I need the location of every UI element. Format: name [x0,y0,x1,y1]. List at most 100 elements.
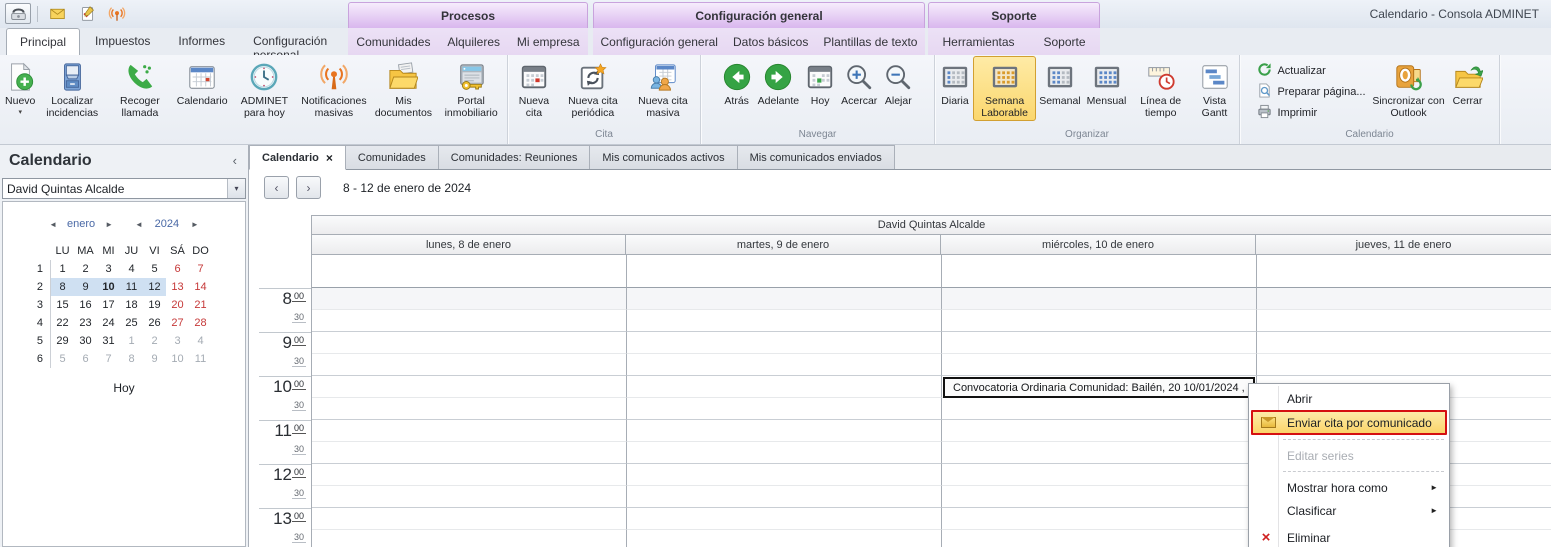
appointment[interactable]: Convocatoria Ordinaria Comunidad: Bailén… [943,377,1255,398]
mini-cal-day[interactable]: 5 [51,350,74,368]
time-slot[interactable] [312,398,627,420]
tab-datos-basicos[interactable]: Datos básicos [733,35,808,49]
mini-cal-day[interactable]: 22 [51,314,74,332]
mini-cal-day[interactable]: 8 [51,278,74,296]
cerrar-button[interactable]: Cerrar [1450,56,1486,107]
menu-item-abrir[interactable]: Abrir [1251,387,1447,410]
diaria-button[interactable]: Diaria [937,56,973,107]
time-slot[interactable] [312,464,627,486]
mini-cal-day[interactable]: 18 [120,296,143,314]
chevron-down-icon[interactable]: ▾ [227,179,245,198]
time-slot[interactable] [627,332,942,354]
time-slot[interactable] [942,354,1257,376]
all-day-cell[interactable] [942,255,1257,288]
doc-tab-comunidades[interactable]: Comunidades [346,145,439,169]
mini-cal-day[interactable]: 15 [51,296,74,314]
time-slot[interactable] [627,420,942,442]
mini-cal-day[interactable]: 7 [189,260,212,278]
doc-tab-mis-comunicados-activos[interactable]: Mis comunicados activos [590,145,737,169]
mini-cal-day[interactable]: 31 [97,332,120,350]
mini-cal-day[interactable]: 10 [97,278,120,296]
mini-cal-day[interactable]: 9 [143,350,166,368]
time-slot[interactable] [942,420,1257,442]
mini-cal-day[interactable]: 26 [143,314,166,332]
mini-cal-day[interactable]: 16 [74,296,97,314]
time-slot[interactable] [942,288,1257,310]
menu-item-eliminar[interactable]: ×Eliminar [1251,526,1447,547]
mail-icon[interactable] [44,3,70,24]
next-year-icon[interactable]: ► [191,220,199,229]
mini-cal-day[interactable]: 11 [120,278,143,296]
mini-cal-day[interactable]: 7 [97,350,120,368]
semanal-button[interactable]: Semanal [1036,56,1083,107]
close-tab-icon[interactable]: × [326,151,333,165]
prev-week-button[interactable]: ‹ [264,176,289,199]
dropdown-caret-icon[interactable]: ▾ [18,108,22,116]
time-slot[interactable] [627,508,942,530]
time-slot[interactable] [1257,354,1551,376]
mini-cal-day[interactable]: 13 [166,278,189,296]
mini-cal-day[interactable]: 2 [143,332,166,350]
nueva-cita-periodica-button[interactable]: Nueva cita periódica [558,56,628,120]
mini-cal-day[interactable]: 3 [97,260,120,278]
mini-cal-day[interactable]: 11 [189,350,212,368]
mini-cal-day[interactable]: 30 [74,332,97,350]
time-slot[interactable] [627,310,942,332]
mini-cal-day[interactable]: 14 [189,278,212,296]
time-slot[interactable] [1257,332,1551,354]
time-slot[interactable] [312,288,627,310]
mis-documentos-button[interactable]: Mis documentos [370,56,438,120]
menu-item-enviar-cita-por-comunicado[interactable]: Enviar cita por comunicado [1251,410,1447,435]
tab-configuracion-personal[interactable]: Configuración personal [240,28,348,55]
vista-gantt-button[interactable]: Vista Gantt [1192,56,1237,120]
tab-principal[interactable]: Principal [6,28,80,55]
mini-cal-day[interactable]: 6 [74,350,97,368]
time-slot[interactable] [627,486,942,508]
mini-cal-day[interactable]: 1 [120,332,143,350]
mini-cal-day[interactable]: 3 [166,332,189,350]
tasks-icon[interactable] [74,3,100,24]
prev-year-icon[interactable]: ◄ [135,220,143,229]
time-slot[interactable] [627,464,942,486]
time-slot[interactable] [312,310,627,332]
time-slot[interactable] [942,508,1257,530]
actualizar-button[interactable]: Actualizar [1257,62,1365,80]
mini-cal-day[interactable]: 17 [97,296,120,314]
adminet-para-hoy-button[interactable]: ADMINET para hoy [231,56,299,120]
time-slot[interactable] [942,486,1257,508]
mini-cal-day[interactable]: 29 [51,332,74,350]
calendario-button[interactable]: Calendario [174,56,231,107]
prev-month-icon[interactable]: ◄ [49,220,57,229]
time-slot[interactable] [312,442,627,464]
menu-item-clasificar[interactable]: Clasificar► [1251,499,1447,522]
nueva-cita-button[interactable]: Nueva cita [510,56,558,120]
all-day-cell[interactable] [312,255,627,288]
time-slot[interactable] [312,354,627,376]
mini-cal-day[interactable]: 24 [97,314,120,332]
time-slot[interactable] [627,442,942,464]
time-slot[interactable] [942,530,1257,547]
mini-cal-day[interactable]: 19 [143,296,166,314]
mini-cal-day[interactable]: 4 [120,260,143,278]
doc-tab-comunidades-reuniones[interactable]: Comunidades: Reuniones [439,145,591,169]
time-slot[interactable] [942,442,1257,464]
time-slot[interactable] [942,398,1257,420]
tab-informes[interactable]: Informes [165,28,238,55]
mini-cal-day[interactable]: 8 [120,350,143,368]
mini-cal-day[interactable]: 27 [166,314,189,332]
mini-cal-day[interactable]: 9 [74,278,97,296]
collapse-sidebar-icon[interactable]: ‹ [233,153,237,168]
mini-cal-day[interactable]: 4 [189,332,212,350]
tab-plantillas-de-texto[interactable]: Plantillas de texto [823,35,917,49]
nuevo-button[interactable]: Nuevo▾ [2,56,38,116]
time-slot[interactable] [627,288,942,310]
tab-configuracion-general[interactable]: Configuración general [601,35,718,49]
tab-soporte[interactable]: Soporte [1043,35,1085,49]
time-slot[interactable] [942,332,1257,354]
doc-tab-calendario[interactable]: Calendario× [249,145,346,170]
notificaciones-masivas-button[interactable]: Notificaciones masivas [298,56,369,120]
time-slot[interactable] [627,530,942,547]
console-phone-icon[interactable] [5,3,31,24]
atras-button[interactable]: Atrás [719,56,755,107]
all-day-cell[interactable] [1257,255,1551,288]
